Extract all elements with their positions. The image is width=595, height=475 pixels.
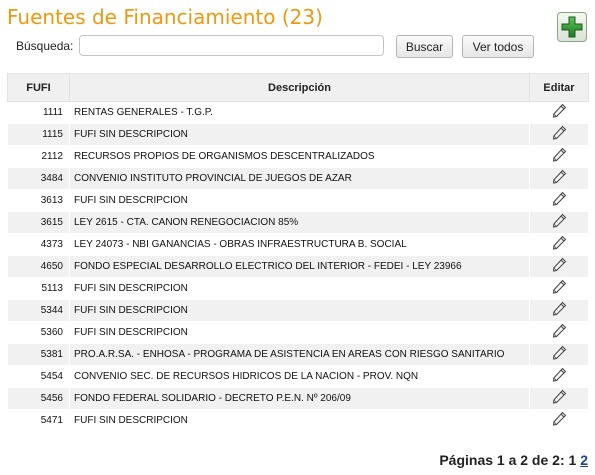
fufi-code: 5344: [7, 299, 70, 322]
table-row: 2112 RECURSOS PROPIOS DE ORGANISMOS DESCE…: [7, 145, 589, 168]
edit-cell: [529, 145, 589, 168]
pencil-icon[interactable]: [551, 103, 567, 122]
table-row: 1111 RENTAS GENERALES - T.G.P.: [7, 101, 589, 124]
pencil-icon[interactable]: [551, 213, 567, 232]
fufi-description: PRO.A.R.SA. - ENHOSA - PROGRAMA DE ASIST…: [69, 343, 530, 366]
table-row: 5456 FONDO FEDERAL SOLIDARIO - DECRETO P.…: [7, 387, 589, 410]
fufi-code: 3484: [7, 167, 70, 190]
table-row: 5113 FUFI SIN DESCRIPCION: [7, 277, 589, 300]
fufi-description: FONDO FEDERAL SOLIDARIO - DECRETO P.E.N.…: [69, 387, 530, 410]
pencil-icon[interactable]: [551, 257, 567, 276]
search-button[interactable]: Buscar: [396, 35, 453, 58]
fufi-code: 5454: [7, 365, 70, 388]
fufi-description: FUFI SIN DESCRIPCION: [69, 321, 530, 344]
edit-cell: [529, 255, 589, 278]
pencil-icon[interactable]: [551, 235, 567, 254]
search-input[interactable]: [79, 35, 384, 56]
edit-cell: [529, 123, 589, 146]
edit-cell: [529, 101, 589, 124]
edit-cell: [529, 233, 589, 256]
table-row: 1115 FUFI SIN DESCRIPCION: [7, 123, 589, 146]
fufi-description: LEY 2615 - CTA. CANON RENEGOCIACION 85%: [69, 211, 530, 234]
pencil-icon[interactable]: [551, 169, 567, 188]
column-header-fufi[interactable]: FUFI: [7, 73, 70, 102]
pencil-icon[interactable]: [551, 367, 567, 386]
pencil-icon[interactable]: [551, 279, 567, 298]
table-row: 4373 LEY 24073 - NBI GANANCIAS - OBRAS IN…: [7, 233, 589, 256]
edit-cell: [529, 277, 589, 300]
fufi-description: RECURSOS PROPIOS DE ORGANISMOS DESCENTRA…: [69, 145, 530, 168]
fufi-description: FUFI SIN DESCRIPCION: [69, 123, 530, 146]
pagination-current-page: 1: [568, 452, 577, 468]
fufi-code: 5360: [7, 321, 70, 344]
edit-cell: [529, 321, 589, 344]
edit-cell: [529, 299, 589, 322]
fufi-code: 3615: [7, 211, 70, 234]
table-row: 5360 FUFI SIN DESCRIPCION: [7, 321, 589, 344]
edit-cell: [529, 167, 589, 190]
fufi-description: RENTAS GENERALES - T.G.P.: [69, 101, 530, 124]
table-row: 5381 PRO.A.R.SA. - ENHOSA - PROGRAMA DE A…: [7, 343, 589, 366]
edit-cell: [529, 409, 589, 432]
pencil-icon[interactable]: [551, 301, 567, 320]
pencil-icon[interactable]: [551, 125, 567, 144]
table-row: 3484 CONVENIO INSTITUTO PROVINCIAL DE JUE…: [7, 167, 589, 190]
edit-cell: [529, 387, 589, 410]
funding-sources-table-container: FUFI Descripción Editar 1111 RENTAS GENER…: [7, 73, 589, 432]
edit-cell: [529, 365, 589, 388]
edit-cell: [529, 211, 589, 234]
pagination-label: Páginas 1 a 2 de 2:: [439, 452, 565, 468]
fufi-description: FUFI SIN DESCRIPCION: [69, 277, 530, 300]
table-row: 5471 FUFI SIN DESCRIPCION: [7, 409, 589, 432]
view-all-button[interactable]: Ver todos: [462, 35, 534, 58]
table-row: 5454 CONVENIO SEC. DE RECURSOS HIDRICOS D…: [7, 365, 589, 388]
fufi-description: CONVENIO SEC. DE RECURSOS HIDRICOS DE LA…: [69, 365, 530, 388]
column-header-description[interactable]: Descripción: [69, 73, 530, 102]
edit-cell: [529, 189, 589, 212]
fufi-code: 5113: [7, 277, 70, 300]
fufi-description: FONDO ESPECIAL DESARROLLO ELECTRICO DEL …: [69, 255, 530, 278]
page-title: Fuentes de Financiamiento (23): [7, 5, 323, 29]
fufi-description: FUFI SIN DESCRIPCION: [69, 409, 530, 432]
table-row: 4650 FONDO ESPECIAL DESARROLLO ELECTRICO …: [7, 255, 589, 278]
table-row: 5344 FUFI SIN DESCRIPCION: [7, 299, 589, 322]
search-label: Búsqueda:: [16, 39, 74, 53]
pencil-icon[interactable]: [551, 191, 567, 210]
fufi-code: 5471: [7, 409, 70, 432]
fufi-code: 4650: [7, 255, 70, 278]
pencil-icon[interactable]: [551, 411, 567, 430]
pencil-icon[interactable]: [551, 147, 567, 166]
fufi-code: 1111: [7, 101, 70, 124]
fufi-code: 5381: [7, 343, 70, 366]
pencil-icon[interactable]: [551, 389, 567, 408]
fufi-description: LEY 24073 - NBI GANANCIAS - OBRAS INFRAE…: [69, 233, 530, 256]
add-button[interactable]: [557, 12, 587, 42]
pencil-icon[interactable]: [551, 345, 567, 364]
pagination: Páginas 1 a 2 de 2: 1 2: [439, 452, 588, 468]
table-row: 3615 LEY 2615 - CTA. CANON RENEGOCIACION …: [7, 211, 589, 234]
edit-cell: [529, 343, 589, 366]
column-header-edit: Editar: [529, 73, 589, 102]
fufi-description: CONVENIO INSTITUTO PROVINCIAL DE JUEGOS …: [69, 167, 530, 190]
fufi-code: 2112: [7, 145, 70, 168]
fufi-code: 4373: [7, 233, 70, 256]
fufi-code: 5456: [7, 387, 70, 410]
fufi-description: FUFI SIN DESCRIPCION: [69, 299, 530, 322]
table-header-row: FUFI Descripción Editar: [7, 73, 589, 102]
fufi-code: 3613: [7, 189, 70, 212]
table-row: 3613 FUFI SIN DESCRIPCION: [7, 189, 589, 212]
fufi-code: 1115: [7, 123, 70, 146]
plus-icon: [561, 16, 583, 38]
pencil-icon[interactable]: [551, 323, 567, 342]
fufi-description: FUFI SIN DESCRIPCION: [69, 189, 530, 212]
pagination-page-2-link[interactable]: 2: [580, 452, 588, 468]
funding-sources-table: FUFI Descripción Editar 1111 RENTAS GENER…: [7, 73, 589, 432]
